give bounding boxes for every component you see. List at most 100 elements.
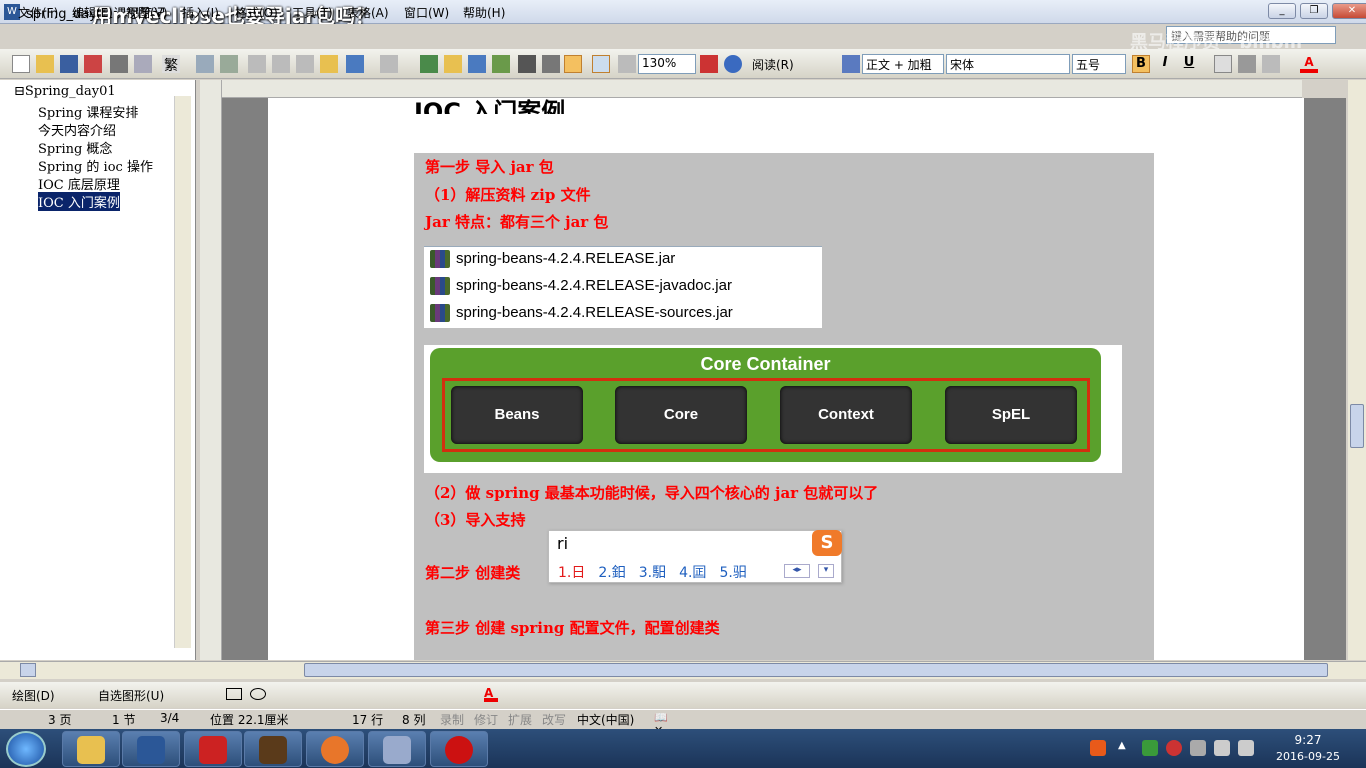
char-scaling-icon[interactable]	[1262, 55, 1280, 73]
char-border-icon[interactable]	[1214, 55, 1232, 73]
start-button-icon[interactable]	[6, 731, 46, 767]
insert-table-icon[interactable]	[468, 55, 486, 73]
doc-map-item[interactable]: 今天内容介绍	[38, 120, 116, 139]
menu-view[interactable]: 视图(V)	[126, 4, 168, 21]
doc-map-root[interactable]: ⊟Spring_day01	[14, 84, 116, 99]
ime-candidate[interactable]: 3.馹	[639, 565, 666, 581]
ime-expand-icon[interactable]: ▾	[818, 564, 834, 578]
drawing-icon[interactable]	[542, 55, 560, 73]
taskbar-explorer[interactable]	[62, 731, 120, 767]
zoom-select[interactable]: 130%	[638, 54, 696, 74]
style-select[interactable]: 正文 + 加粗	[862, 54, 944, 74]
document-map-icon[interactable]	[564, 55, 582, 73]
vertical-scroll-thumb[interactable]	[1350, 404, 1364, 448]
columns-icon[interactable]	[518, 55, 536, 73]
usb-tray-icon[interactable]	[1190, 740, 1206, 756]
rectangle-icon[interactable]	[226, 688, 242, 700]
sogou-tray-icon[interactable]	[1090, 740, 1106, 756]
undo-icon[interactable]	[346, 55, 364, 73]
oval-icon[interactable]	[250, 688, 266, 700]
save-icon[interactable]	[60, 55, 78, 73]
maximize-button[interactable]: ❐	[1300, 3, 1328, 19]
menu-window[interactable]: 窗口(W)	[404, 4, 449, 21]
volume-tray-icon[interactable]	[1238, 740, 1254, 756]
menu-edit[interactable]: 编辑(E)	[72, 4, 113, 21]
format-painter-icon[interactable]	[320, 55, 338, 73]
doc-map-item-selected[interactable]: IOC 入门案例	[38, 192, 120, 211]
bookmark-icon[interactable]	[700, 55, 718, 73]
draw-font-color-icon[interactable]: A	[484, 686, 498, 702]
read-mode-button[interactable]: 阅读(R)	[752, 56, 794, 73]
taskbar-recorder[interactable]	[430, 731, 488, 767]
horizontal-ruler[interactable]	[222, 80, 1302, 98]
traditional-chinese-icon[interactable]: 繁	[162, 55, 180, 74]
tables-borders-icon[interactable]	[444, 55, 462, 73]
doc-map-item[interactable]: Spring 概念	[38, 138, 112, 157]
doc-map-item[interactable]: IOC 底层原理	[38, 174, 120, 193]
copy-icon[interactable]	[272, 55, 290, 73]
insert-excel-icon[interactable]	[492, 55, 510, 73]
print-preview-icon[interactable]	[134, 55, 152, 73]
doc-map-scrollbar[interactable]	[174, 96, 191, 648]
taskbar-paint[interactable]	[368, 731, 426, 767]
font-select[interactable]: 宋体	[946, 54, 1070, 74]
italic-button[interactable]: I	[1156, 55, 1174, 73]
doc-map-hscroll-thumb[interactable]	[20, 663, 36, 677]
vertical-ruler[interactable]	[200, 80, 222, 660]
minimize-button[interactable]: _	[1268, 3, 1296, 19]
open-folder-icon[interactable]	[36, 55, 54, 73]
ime-candidate[interactable]: 4.囸	[679, 565, 706, 581]
print-icon[interactable]	[110, 55, 128, 73]
taskbar-app-red[interactable]	[184, 731, 242, 767]
underline-button[interactable]: U	[1180, 55, 1198, 73]
char-shading-icon[interactable]	[1238, 55, 1256, 73]
tray-expand-icon[interactable]: ▲	[1118, 740, 1134, 756]
hyperlink-icon[interactable]	[420, 55, 438, 73]
vertical-scrollbar[interactable]	[1348, 80, 1366, 660]
status-extend[interactable]: 扩展	[508, 711, 532, 728]
network-tray-icon[interactable]	[1214, 740, 1230, 756]
redo-icon[interactable]	[380, 55, 398, 73]
menu-help[interactable]: 帮助(H)	[463, 4, 505, 21]
cut-icon[interactable]	[248, 55, 266, 73]
ime-candidate[interactable]: 5.驲	[719, 565, 746, 581]
menu-insert[interactable]: 插入(I)	[182, 4, 219, 21]
menu-table[interactable]: 表格(A)	[347, 4, 389, 21]
status-record[interactable]: 录制	[440, 711, 464, 728]
doc-map-item[interactable]: Spring 的 ioc 操作	[38, 156, 153, 175]
taskbar-date[interactable]: 2016-09-25	[1262, 750, 1354, 763]
paste-icon[interactable]	[296, 55, 314, 73]
font-size-select[interactable]: 五号	[1072, 54, 1126, 74]
sogou-ime-icon[interactable]: S	[812, 530, 842, 556]
help-icon[interactable]	[724, 55, 742, 73]
research-icon[interactable]	[220, 55, 238, 73]
taskbar-firefox[interactable]	[306, 731, 364, 767]
menu-tools[interactable]: 工具(T)	[292, 4, 333, 21]
ime-page-arrows-icon[interactable]: ◂▸	[784, 564, 810, 578]
taskbar-word[interactable]	[122, 731, 180, 767]
spelling-icon[interactable]	[196, 55, 214, 73]
status-overtype[interactable]: 改写	[542, 711, 566, 728]
draw-menu-button[interactable]: 绘图(D)	[12, 687, 55, 704]
taskbar-clock[interactable]: 9:27	[1262, 733, 1354, 747]
styles-icon[interactable]	[842, 55, 860, 73]
horizontal-scroll-thumb[interactable]	[304, 663, 1328, 677]
autoshape-menu-button[interactable]: 自选图形(U)	[98, 687, 164, 704]
taskbar-javaee-ide[interactable]	[244, 731, 302, 767]
ime-candidate[interactable]: 1.日	[558, 565, 585, 581]
menu-format[interactable]: 格式(O)	[235, 4, 278, 21]
security-tray-icon[interactable]	[1166, 740, 1182, 756]
permission-icon[interactable]	[84, 55, 102, 73]
update-tray-icon[interactable]	[1142, 740, 1158, 756]
show-hide-icon[interactable]	[592, 55, 610, 73]
close-button[interactable]: ✕	[1332, 3, 1366, 19]
ime-candidate[interactable]: 2.鈤	[598, 565, 625, 581]
paragraph-mark-icon[interactable]	[618, 55, 636, 73]
doc-map-item[interactable]: Spring 课程安排	[38, 102, 138, 121]
font-color-icon[interactable]: A	[1300, 55, 1318, 73]
status-track-changes[interactable]: 修订	[474, 711, 498, 728]
new-document-icon[interactable]	[12, 55, 30, 73]
menu-file[interactable]: 文件(F)	[18, 4, 58, 21]
bold-button[interactable]: B	[1132, 55, 1150, 73]
spelling-status-icon[interactable]: 📖✕	[654, 711, 676, 737]
